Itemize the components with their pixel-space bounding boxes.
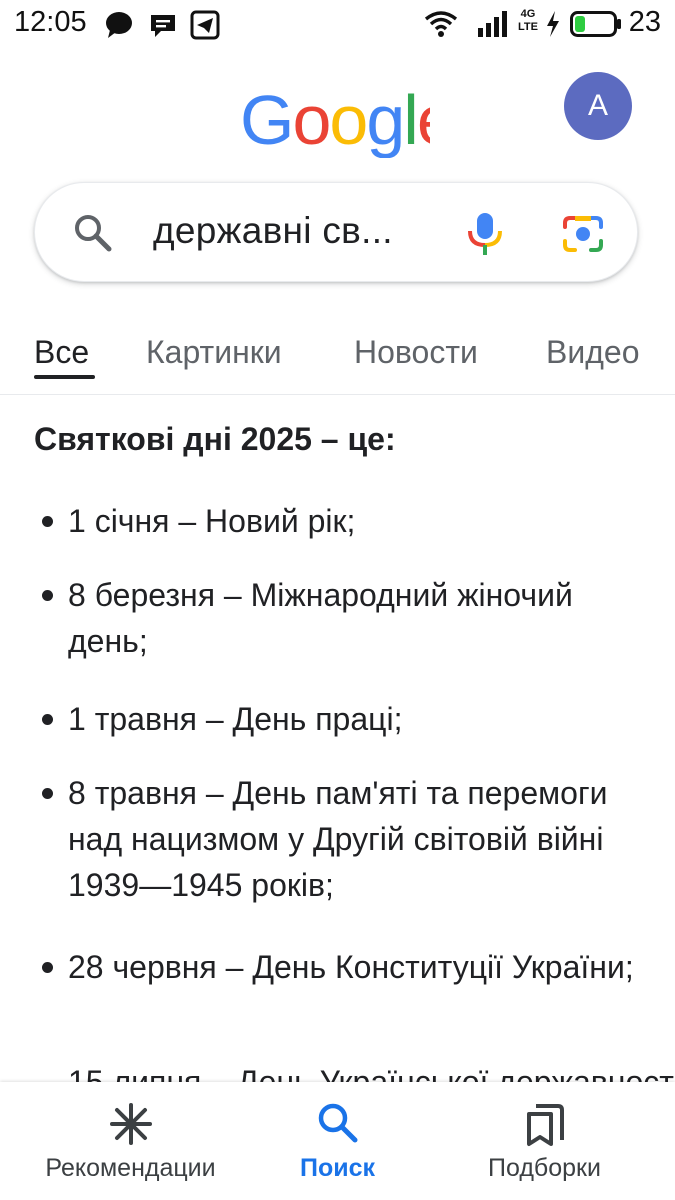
bullet-dot — [42, 962, 53, 973]
message-icon — [151, 15, 175, 37]
list-item: 28 червня – День Конституції України; — [68, 949, 634, 985]
lte-icon: 4G LTE — [518, 8, 538, 33]
search-icon — [75, 215, 112, 252]
tab-video[interactable]: Видео — [546, 334, 639, 371]
tab-images[interactable]: Картинки — [146, 334, 282, 371]
chat-bubble-icon — [106, 12, 132, 38]
svg-text:Google: Google — [240, 86, 430, 158]
battery-icon — [570, 11, 621, 37]
nav-label: Подборки — [488, 1154, 601, 1182]
tab-all[interactable]: Все — [34, 334, 89, 371]
status-bar: 12:05 4G LTE 23 — [0, 0, 675, 48]
signal-icon — [478, 11, 507, 37]
bullet-dot — [42, 714, 53, 725]
nav-label: Рекомендации — [45, 1154, 216, 1182]
account-avatar[interactable]: A — [564, 72, 632, 140]
list-item: 1 травня – День праці; — [68, 701, 403, 737]
search-icon — [318, 1103, 357, 1143]
tab-news[interactable]: Новости — [354, 334, 478, 371]
search-tabs: Все Картинки Новости Видео — [0, 326, 675, 395]
nav-collections[interactable]: Подборки — [432, 1082, 657, 1200]
charging-icon — [547, 11, 559, 37]
status-time: 12:05 — [14, 6, 87, 38]
mic-icon[interactable] — [465, 211, 505, 257]
lens-icon[interactable] — [561, 213, 605, 255]
google-logo[interactable]: Google — [240, 86, 430, 158]
search-box[interactable]: державні св... — [34, 182, 638, 282]
bullet-dot — [42, 516, 53, 527]
battery-level: 23 — [628, 6, 661, 38]
list-item: 1 січня – Новий рік; — [68, 503, 356, 539]
nav-recommendations[interactable]: Рекомендации — [18, 1082, 243, 1200]
telegram-icon — [190, 10, 220, 40]
bottom-navigation: Рекомендации Поиск Подборки — [0, 1082, 675, 1200]
list-item: 8 березня – Міжнародний жіночий день; — [68, 577, 573, 659]
active-tab-indicator — [34, 375, 95, 379]
bullet-dot — [42, 788, 53, 799]
asterisk-icon — [109, 1103, 152, 1145]
bullet-dot — [42, 590, 53, 601]
search-query[interactable]: державні св... — [153, 210, 423, 252]
list-item: 8 травня – День пам'яті та перемоги над … — [68, 775, 608, 903]
nav-search[interactable]: Поиск — [225, 1082, 450, 1200]
wifi-icon — [424, 11, 458, 37]
collections-icon — [526, 1104, 564, 1146]
nav-label: Поиск — [299, 1154, 376, 1182]
snippet-heading: Святкові дні 2025 – це: — [34, 421, 396, 457]
